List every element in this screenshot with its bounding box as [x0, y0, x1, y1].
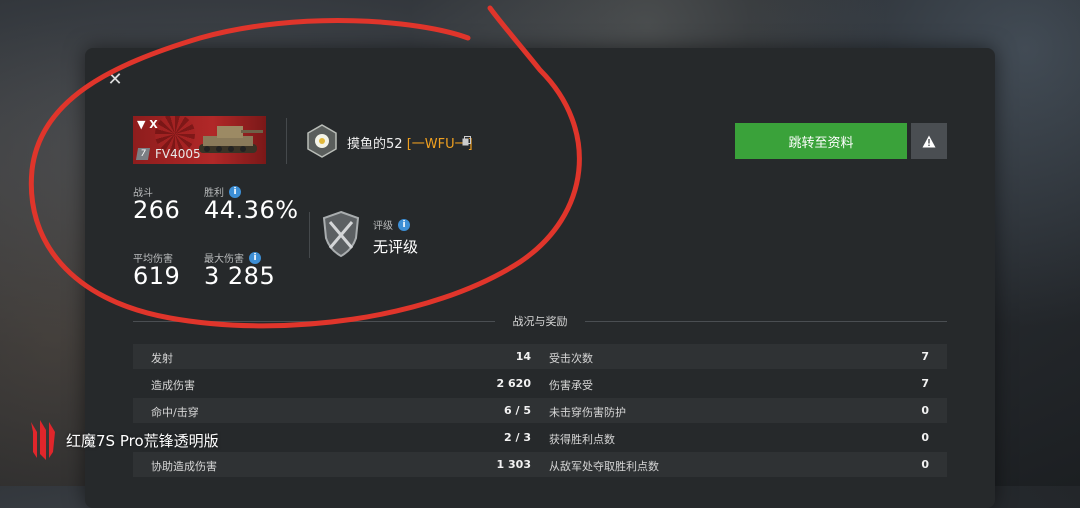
row-value: 7 — [921, 350, 929, 363]
row-value: 14 — [515, 350, 531, 363]
row-value: 0 — [921, 404, 929, 417]
row-label: 受击次数 — [549, 352, 593, 365]
row-value: 6 / 5 — [504, 404, 531, 417]
row-label: 未击穿伤害防护 — [549, 406, 626, 419]
avg-damage-value: 619 — [133, 262, 181, 290]
rating-label: 评级 i — [373, 217, 410, 232]
tier-badge: 7 — [135, 148, 151, 160]
info-icon[interactable]: i — [398, 218, 410, 231]
table-row: 2 / 3 获得胜利点数 0 — [133, 425, 947, 450]
table-row: 命中/击穿 6 / 5 未击穿伤害防护 0 — [133, 398, 947, 423]
divider — [286, 118, 287, 164]
row-value: 7 — [921, 377, 929, 390]
winrate-value: 44.36% — [204, 196, 299, 224]
section-divider — [133, 321, 495, 322]
tank-card: ▼ X 7 FV4005 — [133, 116, 266, 164]
row-value: 2 620 — [496, 377, 531, 390]
row-label: 造成伤害 — [151, 379, 195, 392]
divider — [309, 212, 310, 258]
row-label: 发射 — [151, 352, 173, 365]
rating-shield-icon — [322, 210, 360, 258]
device-watermark: 红魔7S Pro荒锋透明版 — [28, 418, 219, 462]
table-row: 发射 14 受击次数 7 — [133, 344, 947, 369]
copy-icon[interactable] — [462, 136, 471, 146]
player-nickname: 摸鱼的52 — [347, 137, 403, 152]
warning-icon — [922, 135, 936, 147]
max-damage-value: 3 285 — [204, 262, 276, 290]
player-emblem-icon — [307, 124, 337, 158]
table-row: 协助造成伤害 1 303 从敌军处夺取胜利点数 0 — [133, 452, 947, 477]
section-divider — [585, 321, 947, 322]
section-title: 战况与奖励 — [512, 315, 568, 328]
rank-mark: ▼ X — [137, 118, 158, 131]
row-value: 0 — [921, 458, 929, 471]
report-button[interactable] — [911, 123, 947, 159]
tank-name: FV4005 — [155, 147, 201, 161]
goto-profile-button[interactable]: 跳转至资料 — [735, 123, 907, 159]
row-value: 1 303 — [496, 458, 531, 471]
goto-profile-label: 跳转至资料 — [788, 135, 854, 151]
battles-value: 266 — [133, 196, 181, 224]
red-magic-logo-icon — [31, 420, 55, 460]
row-label: 伤害承受 — [549, 379, 593, 392]
tank-image-icon — [199, 126, 263, 153]
player-name: 摸鱼的52 [一WFU一] — [347, 133, 473, 152]
close-icon[interactable]: ✕ — [105, 70, 125, 90]
row-label: 从敌军处夺取胜利点数 — [549, 460, 659, 473]
rating-value: 无评级 — [373, 238, 419, 256]
row-value: 2 / 3 — [504, 431, 531, 444]
watermark-text: 红魔7S Pro荒锋透明版 — [66, 431, 219, 450]
row-label: 获得胜利点数 — [549, 433, 615, 446]
row-value: 0 — [921, 431, 929, 444]
table-row: 造成伤害 2 620 伤害承受 7 — [133, 371, 947, 396]
